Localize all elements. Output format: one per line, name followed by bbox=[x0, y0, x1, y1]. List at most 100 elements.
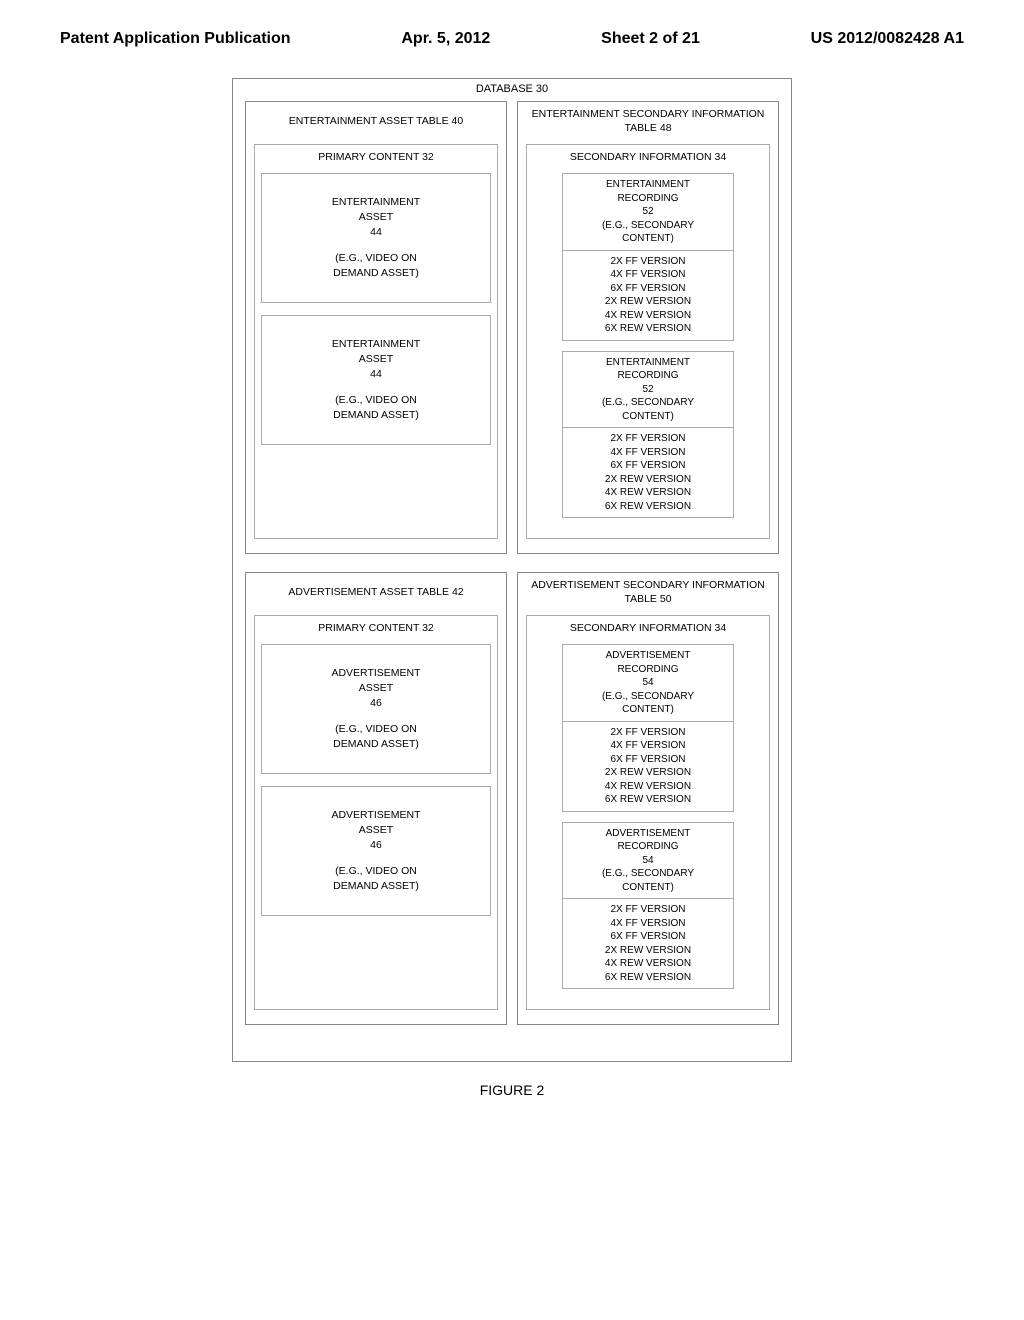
advertisement-secondary-table: ADVERTISEMENT SECONDARY INFORMATION TABL… bbox=[517, 572, 779, 1025]
asset-line2: ASSET bbox=[270, 210, 482, 225]
sheet-number: Sheet 2 of 21 bbox=[601, 30, 700, 48]
versions-list: 2X FF VERSION 4X FF VERSION 6X FF VERSIO… bbox=[563, 722, 734, 811]
figure-container: DATABASE 30 ENTERTAINMENT ASSET TABLE 40… bbox=[60, 78, 964, 1062]
publication-type: Patent Application Publication bbox=[60, 30, 291, 48]
version-item: 6X REW VERSION bbox=[605, 793, 691, 807]
asset-ref: 46 bbox=[270, 838, 482, 853]
recording-eg1: (E.G., SECONDARY bbox=[567, 219, 730, 233]
version-item: 6X REW VERSION bbox=[605, 322, 691, 336]
page-header: Patent Application Publication Apr. 5, 2… bbox=[60, 30, 964, 48]
versions-list: 2X FF VERSION 4X FF VERSION 6X FF VERSIO… bbox=[563, 251, 734, 340]
version-item: 2X FF VERSION bbox=[610, 726, 685, 740]
version-item: 2X FF VERSION bbox=[610, 255, 685, 269]
recording-line1: ADVERTISEMENT bbox=[567, 649, 730, 663]
version-item: 6X FF VERSION bbox=[610, 753, 685, 767]
asset-line1: ENTERTAINMENT bbox=[270, 195, 482, 210]
recording-eg2: CONTENT) bbox=[567, 232, 730, 246]
recording-eg1: (E.G., SECONDARY bbox=[567, 396, 730, 410]
secondary-content-box: SECONDARY INFORMATION 34 ADVERTISEMENT R… bbox=[526, 615, 770, 1010]
version-item: 4X FF VERSION bbox=[610, 446, 685, 460]
recording-ref: 54 bbox=[567, 854, 730, 868]
recording-eg1: (E.G., SECONDARY bbox=[567, 867, 730, 881]
asset-eg1: (E.G., VIDEO ON bbox=[270, 864, 482, 879]
asset-ref: 44 bbox=[270, 225, 482, 240]
version-item: 6X REW VERSION bbox=[605, 971, 691, 985]
version-item: 4X FF VERSION bbox=[610, 268, 685, 282]
version-item: 4X FF VERSION bbox=[610, 739, 685, 753]
version-item: 6X FF VERSION bbox=[610, 930, 685, 944]
primary-content-box: PRIMARY CONTENT 32 ENTERTAINMENT ASSET 4… bbox=[254, 144, 498, 539]
recording-header: ADVERTISEMENT RECORDING 54 (E.G., SECOND… bbox=[563, 823, 734, 900]
table-title: ADVERTISEMENT SECONDARY INFORMATION TABL… bbox=[526, 579, 770, 607]
asset-box: ENTERTAINMENT ASSET 44 (E.G., VIDEO ON D… bbox=[261, 315, 491, 445]
version-item: 4X FF VERSION bbox=[610, 917, 685, 931]
database-label: DATABASE 30 bbox=[245, 83, 779, 95]
table-title: ENTERTAINMENT SECONDARY INFORMATION TABL… bbox=[526, 108, 770, 136]
version-item: 4X REW VERSION bbox=[605, 780, 691, 794]
version-item: 2X REW VERSION bbox=[605, 944, 691, 958]
table-title: ADVERTISEMENT ASSET TABLE 42 bbox=[254, 579, 498, 607]
version-item: 2X FF VERSION bbox=[610, 903, 685, 917]
recording-eg1: (E.G., SECONDARY bbox=[567, 690, 730, 704]
version-item: 4X REW VERSION bbox=[605, 486, 691, 500]
version-item: 6X REW VERSION bbox=[605, 500, 691, 514]
version-item: 2X REW VERSION bbox=[605, 473, 691, 487]
advertisement-asset-table: ADVERTISEMENT ASSET TABLE 42 PRIMARY CON… bbox=[245, 572, 507, 1025]
asset-line1: ADVERTISEMENT bbox=[270, 666, 482, 681]
recording-eg2: CONTENT) bbox=[567, 881, 730, 895]
asset-box: ENTERTAINMENT ASSET 44 (E.G., VIDEO ON D… bbox=[261, 173, 491, 303]
recording-header: ENTERTAINMENT RECORDING 52 (E.G., SECOND… bbox=[563, 352, 734, 429]
advertisement-row: ADVERTISEMENT ASSET TABLE 42 PRIMARY CON… bbox=[245, 572, 779, 1025]
recording-box: ADVERTISEMENT RECORDING 54 (E.G., SECOND… bbox=[562, 822, 735, 990]
recording-header: ENTERTAINMENT RECORDING 52 (E.G., SECOND… bbox=[563, 174, 734, 251]
asset-ref: 44 bbox=[270, 367, 482, 382]
asset-eg1: (E.G., VIDEO ON bbox=[270, 722, 482, 737]
recording-eg2: CONTENT) bbox=[567, 703, 730, 717]
recording-box: ENTERTAINMENT RECORDING 52 (E.G., SECOND… bbox=[562, 173, 735, 341]
recording-ref: 52 bbox=[567, 383, 730, 397]
asset-line2: ASSET bbox=[270, 681, 482, 696]
recording-line1: ENTERTAINMENT bbox=[567, 178, 730, 192]
content-title: PRIMARY CONTENT 32 bbox=[261, 151, 491, 163]
asset-line1: ENTERTAINMENT bbox=[270, 337, 482, 352]
asset-eg2: DEMAND ASSET) bbox=[270, 737, 482, 752]
asset-eg1: (E.G., VIDEO ON bbox=[270, 251, 482, 266]
asset-line2: ASSET bbox=[270, 352, 482, 367]
secondary-content-box: SECONDARY INFORMATION 34 ENTERTAINMENT R… bbox=[526, 144, 770, 539]
asset-eg1: (E.G., VIDEO ON bbox=[270, 393, 482, 408]
version-item: 6X FF VERSION bbox=[610, 282, 685, 296]
content-title: SECONDARY INFORMATION 34 bbox=[533, 622, 763, 634]
asset-eg2: DEMAND ASSET) bbox=[270, 266, 482, 281]
table-title: ENTERTAINMENT ASSET TABLE 40 bbox=[254, 108, 498, 136]
asset-box: ADVERTISEMENT ASSET 46 (E.G., VIDEO ON D… bbox=[261, 786, 491, 916]
version-item: 2X REW VERSION bbox=[605, 766, 691, 780]
versions-list: 2X FF VERSION 4X FF VERSION 6X FF VERSIO… bbox=[563, 899, 734, 988]
entertainment-asset-table: ENTERTAINMENT ASSET TABLE 40 PRIMARY CON… bbox=[245, 101, 507, 554]
version-item: 4X REW VERSION bbox=[605, 309, 691, 323]
recording-box: ENTERTAINMENT RECORDING 52 (E.G., SECOND… bbox=[562, 351, 735, 519]
entertainment-secondary-table: ENTERTAINMENT SECONDARY INFORMATION TABL… bbox=[517, 101, 779, 554]
recording-ref: 52 bbox=[567, 205, 730, 219]
recording-box: ADVERTISEMENT RECORDING 54 (E.G., SECOND… bbox=[562, 644, 735, 812]
recording-ref: 54 bbox=[567, 676, 730, 690]
asset-eg2: DEMAND ASSET) bbox=[270, 879, 482, 894]
asset-line2: ASSET bbox=[270, 823, 482, 838]
recording-line2: RECORDING bbox=[567, 369, 730, 383]
recording-line2: RECORDING bbox=[567, 840, 730, 854]
database-box: DATABASE 30 ENTERTAINMENT ASSET TABLE 40… bbox=[232, 78, 792, 1062]
asset-eg2: DEMAND ASSET) bbox=[270, 408, 482, 423]
recording-line2: RECORDING bbox=[567, 192, 730, 206]
asset-ref: 46 bbox=[270, 696, 482, 711]
version-item: 2X FF VERSION bbox=[610, 432, 685, 446]
content-title: PRIMARY CONTENT 32 bbox=[261, 622, 491, 634]
recording-header: ADVERTISEMENT RECORDING 54 (E.G., SECOND… bbox=[563, 645, 734, 722]
publication-date: Apr. 5, 2012 bbox=[401, 30, 490, 48]
recording-line1: ENTERTAINMENT bbox=[567, 356, 730, 370]
primary-content-box: PRIMARY CONTENT 32 ADVERTISEMENT ASSET 4… bbox=[254, 615, 498, 1010]
figure-caption: FIGURE 2 bbox=[60, 1082, 964, 1098]
asset-box: ADVERTISEMENT ASSET 46 (E.G., VIDEO ON D… bbox=[261, 644, 491, 774]
entertainment-row: ENTERTAINMENT ASSET TABLE 40 PRIMARY CON… bbox=[245, 101, 779, 554]
recording-eg2: CONTENT) bbox=[567, 410, 730, 424]
asset-line1: ADVERTISEMENT bbox=[270, 808, 482, 823]
recording-line1: ADVERTISEMENT bbox=[567, 827, 730, 841]
